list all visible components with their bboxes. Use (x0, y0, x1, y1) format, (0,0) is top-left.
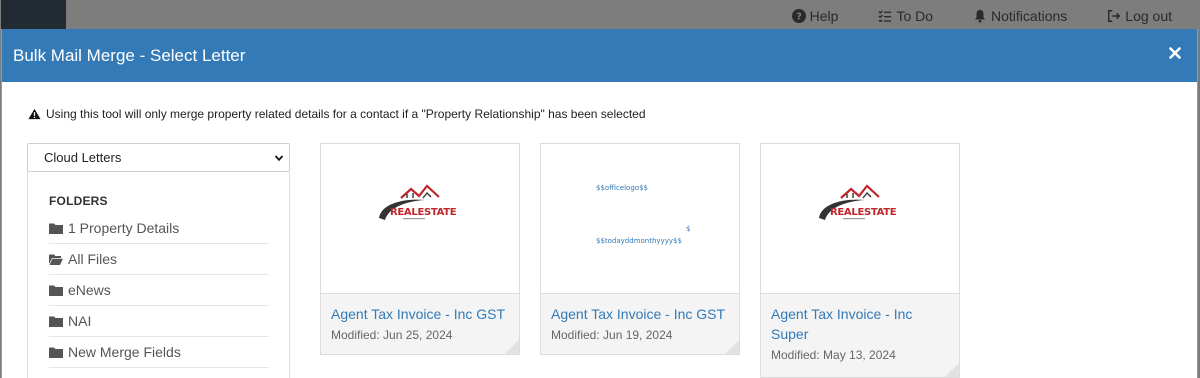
modal-title: Bulk Mail Merge - Select Letter (13, 45, 246, 65)
letter-thumbnail: $$officelogo$$ $ $$todayddmonthyyyy$$ (541, 144, 739, 294)
logout-label: Log out (1125, 8, 1172, 24)
modal-header: Bulk Mail Merge - Select Letter (2, 29, 1197, 82)
help-link[interactable]: ? Help (791, 8, 839, 24)
todo-link[interactable]: To Do (878, 8, 933, 24)
letter-card[interactable]: REALESTATE Agent Tax Invoice - Inc GST M… (320, 143, 520, 355)
notifications-link[interactable]: Notifications (973, 8, 1067, 24)
folder-label: eNews (68, 282, 111, 298)
folder-label: 1 Property Details (68, 220, 180, 236)
merge-field-text: $$todayddmonthyyyy$$ (596, 237, 682, 245)
folder-icon (49, 223, 63, 234)
chevron-down-icon (274, 155, 284, 162)
page-fold-corner (725, 340, 739, 354)
folders-heading: FOLDERS (49, 194, 108, 208)
warning-notice: Using this tool will only merge property… (28, 107, 646, 121)
logout-link[interactable]: Log out (1107, 8, 1172, 24)
folder-open-icon (49, 254, 63, 265)
folder-item[interactable]: NAI (49, 306, 269, 337)
letter-thumbnail: REALESTATE (761, 144, 959, 294)
letter-card[interactable]: REALESTATE Agent Tax Invoice - Inc Super… (760, 143, 960, 378)
letter-name[interactable]: Agent Tax Invoice - Inc GST (331, 304, 509, 324)
help-label: Help (809, 8, 839, 24)
warning-text: Using this tool will only merge property… (46, 107, 646, 121)
letter-source-select[interactable]: Cloud Letters (27, 143, 290, 172)
letter-card[interactable]: $$officelogo$$ $ $$todayddmonthyyyy$$ Ag… (540, 143, 740, 355)
letter-source-value: Cloud Letters (44, 150, 122, 165)
folder-label: NAI (68, 313, 92, 329)
notifications-label: Notifications (991, 8, 1068, 24)
folder-item[interactable]: All Files (49, 244, 269, 275)
letter-modified: Modified: Jun 25, 2024 (331, 328, 453, 342)
logo-text: REALESTATE (390, 207, 457, 218)
folder-icon (49, 347, 63, 358)
top-navbar: ? Help To Do Notifications Log out (0, 0, 1200, 32)
letter-name[interactable]: Agent Tax Invoice - Inc GST (551, 304, 729, 324)
folder-list: 1 Property Details All Files eNews NAI N… (49, 213, 269, 368)
top-nav: ? Help To Do Notifications Log out (791, 0, 1172, 32)
letter-thumbnail: REALESTATE (321, 144, 519, 294)
letter-modified: Modified: Jun 19, 2024 (551, 328, 673, 342)
folder-icon (49, 285, 63, 296)
letter-info: Agent Tax Invoice - Inc Super Modified: … (761, 294, 959, 362)
brand-logo[interactable] (1, 0, 66, 32)
letter-info: Agent Tax Invoice - Inc GST Modified: Ju… (321, 294, 519, 342)
svg-text:?: ? (796, 12, 802, 23)
real-estate-logo: REALESTATE (379, 184, 457, 220)
page-fold-corner (945, 363, 959, 377)
merge-field-text: $$officelogo$$ (596, 184, 648, 192)
letter-name[interactable]: Agent Tax Invoice - Inc Super (771, 304, 949, 344)
sign-out-icon (1108, 10, 1121, 22)
close-button[interactable] (1165, 43, 1185, 63)
folder-icon (49, 316, 63, 327)
checklist-icon (878, 10, 892, 22)
folder-item[interactable]: eNews (49, 275, 269, 306)
page-fold-corner (505, 340, 519, 354)
bell-icon (974, 9, 986, 23)
folder-item[interactable]: 1 Property Details (49, 213, 269, 244)
bulk-mail-merge-modal: Bulk Mail Merge - Select Letter Using th… (1, 29, 1198, 378)
question-circle-icon: ? (791, 9, 806, 23)
warning-icon (28, 108, 41, 120)
logo-text: REALESTATE (830, 207, 897, 218)
close-icon (1169, 47, 1181, 59)
letter-modified: Modified: May 13, 2024 (771, 348, 896, 362)
merge-field-text: $ (686, 225, 691, 233)
folder-item[interactable]: New Merge Fields (49, 337, 269, 368)
folder-label: All Files (68, 251, 118, 267)
real-estate-logo: REALESTATE (819, 184, 897, 220)
folder-label: New Merge Fields (68, 344, 181, 360)
letter-info: Agent Tax Invoice - Inc GST Modified: Ju… (541, 294, 739, 342)
folders-panel: FOLDERS 1 Property Details All Files eNe… (27, 172, 290, 378)
todo-label: To Do (896, 8, 934, 24)
